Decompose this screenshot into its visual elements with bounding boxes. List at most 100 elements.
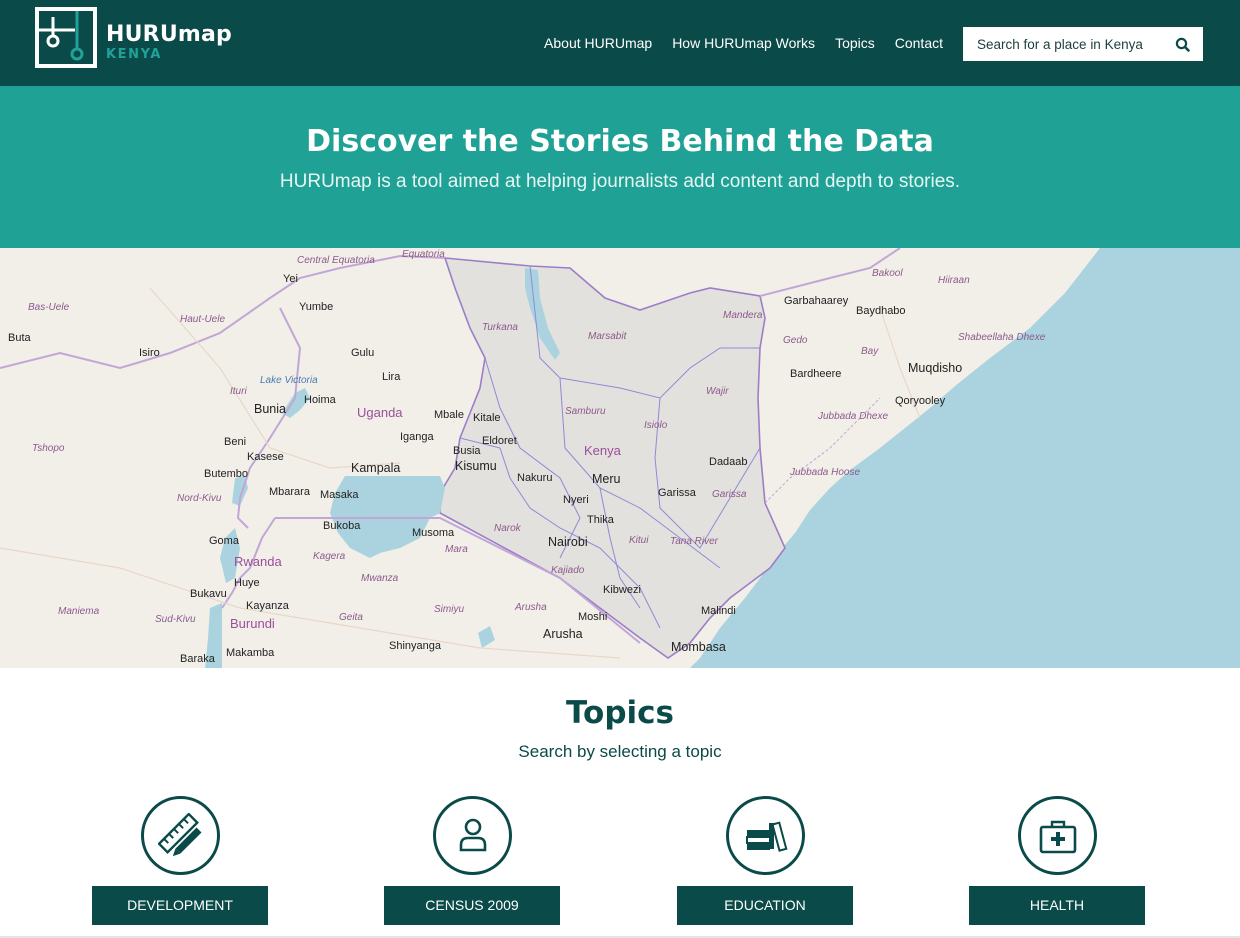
map-region-label: Bay [861,346,879,357]
topic-icon-circle[interactable] [726,796,805,875]
map-label: Muqdisho [908,361,963,375]
map-label: Malindi [701,605,736,617]
map-region-label: Simiyu [434,604,465,615]
map-label: Kayanza [246,600,289,612]
map-label: Bardheere [790,368,842,380]
map-label: Lira [382,371,401,383]
map-region-label: Haut-Uele [180,314,226,325]
map-label: Yumbe [299,301,334,313]
topic-census-button[interactable]: CENSUS 2009 [384,886,560,925]
map-region-label: Maniema [58,606,100,617]
logo-wordmark[interactable]: HURUmap KENYA [106,22,232,63]
logo-subtitle: KENYA [106,47,163,62]
indian-ocean [690,248,1240,668]
topic-health-button[interactable]: HEALTH [969,886,1145,925]
nav-topics[interactable]: Topics [835,34,875,52]
hero-title: Discover the Stories Behind the Data [306,124,934,159]
map-label: Mombasa [671,640,726,654]
map-region-label: Tana River [670,536,718,547]
map-region-label: Turkana [482,322,518,333]
map-region-label: Wajir [706,386,729,397]
map-region-label: Gedo [783,335,808,346]
map-region-label: Hiiraan [938,275,970,286]
map-label: Beni [224,436,247,448]
map-label-country: Uganda [357,405,403,420]
map-label: Baraka [180,653,215,665]
map-label: Kasese [247,451,284,463]
map-region-label: Narok [494,523,521,534]
map-water-label: Lake Victoria [260,375,318,386]
map-region-label: Jubbada Hoose [790,467,861,478]
map-label: Kitale [473,412,501,424]
map-label-country: Kenya [584,443,621,458]
map-region-label: Geita [339,612,363,623]
topics-subtitle: Search by selecting a topic [518,742,722,761]
map-region-label: Kagera [313,551,346,562]
map-label: Dadaab [709,456,748,468]
map-label-country: Rwanda [234,554,282,569]
kenya-map[interactable]: Yei Yumbe Gulu Lira Hoima Uganda Mbale K… [0,248,1240,668]
topic-icon-circle[interactable] [433,796,512,875]
map-label: Garissa [658,487,696,499]
map-label: Baydhabo [856,305,906,317]
lake-natron [478,626,495,648]
topic-development-button[interactable]: DEVELOPMENT [92,886,268,925]
map-label: Busia [453,445,481,457]
map-region-label: Kajiado [551,565,585,576]
map-label: Thika [587,514,614,526]
nav-how-it-works[interactable]: How HURUmap Works [672,34,815,52]
topic-icon-circle[interactable] [141,796,220,875]
search-button[interactable] [1173,35,1193,55]
map-region-label: Sud-Kivu [155,614,196,625]
map-label: Bukavu [190,588,227,600]
map-label: Gulu [351,347,375,359]
hurumap-logo-icon[interactable] [35,7,97,68]
map-region-label: Isiolo [644,420,668,431]
map-label: Yei [283,273,298,285]
logo-title: HURUmap [106,22,232,47]
map-label: Eldoret [482,435,517,447]
map-region-label: Tshopo [32,443,65,454]
person-icon [459,818,487,852]
map-region-label: Mwanza [361,573,399,584]
nav-contact[interactable]: Contact [895,34,943,52]
topic-education-button[interactable]: EDUCATION [677,886,853,925]
medical-kit-icon [1039,820,1077,854]
topic-icon-circle[interactable] [1018,796,1097,875]
topic-education: EDUCATION [677,796,853,926]
map-region-label: Nord-Kivu [177,493,222,504]
map-label: Musoma [412,527,455,539]
map-label: Goma [209,535,239,547]
hero-banner: Discover the Stories Behind the Data HUR… [0,86,1240,248]
map-label: Huye [234,577,260,589]
search-icon [1175,37,1190,52]
map-label: Hoima [304,394,336,406]
site-header: HURUmap KENYA About HURUmap How HURUmap … [0,0,1240,86]
map-label: Qoryooley [895,395,946,407]
map-label: Bukoba [323,520,361,532]
search-input[interactable] [963,27,1163,61]
nav-about[interactable]: About HURUmap [544,34,652,52]
books-icon [746,821,788,852]
map-region-label: Bas-Uele [28,302,70,313]
map-label-country: Burundi [230,616,275,631]
search-box [963,27,1203,61]
map-label: Nyeri [563,494,589,506]
ruler-pencil-icon [158,813,202,857]
map-label: Mbarara [269,486,310,498]
map-label: Kibwezi [603,584,641,596]
map-label: Meru [592,472,621,486]
map-label: Butembo [204,468,249,480]
map-label: Buta [8,332,31,344]
map-label: Iganga [400,431,434,443]
map-label: Makamba [226,647,275,659]
map-region-label: Central Equatoria [297,255,375,266]
map-region-label: Shabeellaha Dhexe [958,332,1046,343]
map-region-label: Jubbada Dhexe [818,411,889,422]
map-region-label: Mara [445,544,468,555]
map-label: Kampala [351,461,401,475]
map-region-label: Garissa [712,489,747,500]
map-label: Masaka [320,489,359,501]
map-label: Moshi [578,611,608,623]
map-label: Kitui [629,535,649,546]
